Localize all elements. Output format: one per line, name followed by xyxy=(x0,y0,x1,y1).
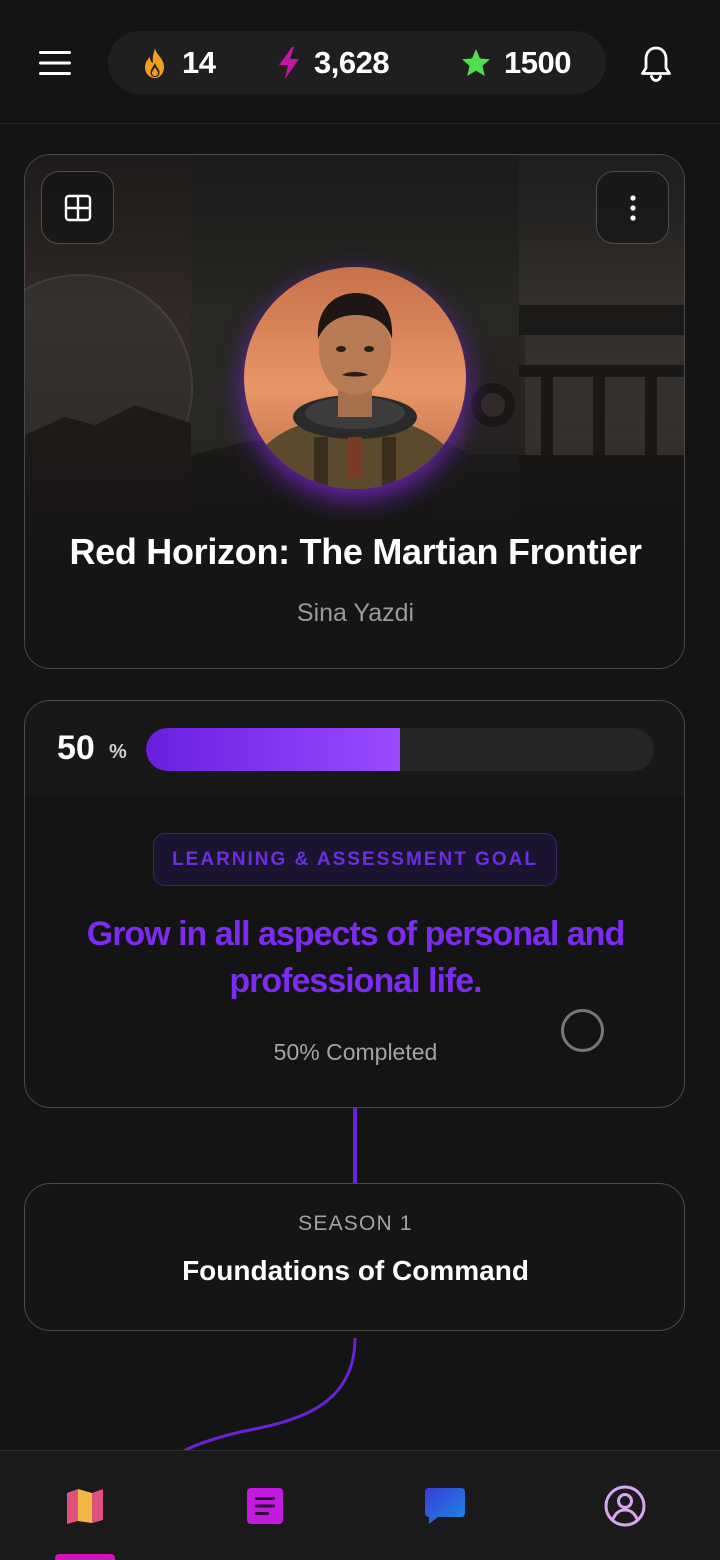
goal-card[interactable]: 50 % LEARNING & ASSESSMENT GOAL Grow in … xyxy=(24,700,685,1108)
season-label: SEASON 1 xyxy=(298,1212,413,1235)
story-title: Red Horizon: The Martian Frontier xyxy=(69,531,642,572)
bell-icon xyxy=(641,46,671,82)
goal-description: Grow in all aspects of personal and prof… xyxy=(86,915,625,1000)
nav-document-tab[interactable] xyxy=(215,1451,315,1560)
streak-stat[interactable]: 14 xyxy=(140,31,216,94)
character-avatar xyxy=(244,267,466,489)
grid-view-button[interactable] xyxy=(41,171,114,244)
star-icon xyxy=(462,48,490,76)
active-tab-indicator xyxy=(55,1554,115,1560)
chat-icon xyxy=(425,1488,465,1524)
nav-profile-tab[interactable] xyxy=(575,1451,675,1560)
story-hero-card[interactable]: Red Horizon: The Martian Frontier Sina Y… xyxy=(24,154,685,669)
map-icon xyxy=(67,1489,103,1524)
hamburger-icon xyxy=(39,51,71,75)
kebab-menu-icon xyxy=(629,194,636,221)
progress-percent-sign: % xyxy=(109,741,127,763)
energy-value: 3,628 xyxy=(314,44,390,80)
energy-stat[interactable]: 3,628 xyxy=(276,31,390,94)
top-bar: 14 3,628 1500 xyxy=(0,0,720,124)
streak-value: 14 xyxy=(182,44,216,80)
profile-icon xyxy=(604,1485,646,1527)
lightning-icon xyxy=(279,46,299,79)
progress-section: 50 % xyxy=(25,701,684,796)
stats-pill: 14 3,628 1500 xyxy=(108,31,606,94)
document-icon xyxy=(247,1488,283,1524)
goal-type-badge: LEARNING & ASSESSMENT GOAL xyxy=(153,833,557,886)
stars-stat[interactable]: 1500 xyxy=(460,31,571,94)
flame-icon xyxy=(145,47,164,78)
nav-map-tab[interactable] xyxy=(35,1451,135,1560)
nav-chat-tab[interactable] xyxy=(395,1451,495,1560)
path-connector xyxy=(353,1108,357,1184)
more-options-button[interactable] xyxy=(596,171,669,244)
stars-value: 1500 xyxy=(504,44,571,80)
goal-checkbox[interactable] xyxy=(561,1009,604,1052)
season-title: Foundations of Command xyxy=(182,1255,529,1286)
notifications-button[interactable] xyxy=(634,42,678,86)
menu-button[interactable] xyxy=(34,42,76,84)
progress-percent: 50 xyxy=(57,729,95,767)
progress-bar-fill xyxy=(146,728,400,771)
story-author: Sina Yazdi xyxy=(296,599,415,627)
bottom-navigation xyxy=(0,1450,720,1560)
season-card[interactable]: SEASON 1 Foundations of Command xyxy=(24,1183,685,1331)
progress-bar xyxy=(146,728,654,771)
grid-icon xyxy=(64,194,91,221)
path-curve xyxy=(181,1337,357,1454)
